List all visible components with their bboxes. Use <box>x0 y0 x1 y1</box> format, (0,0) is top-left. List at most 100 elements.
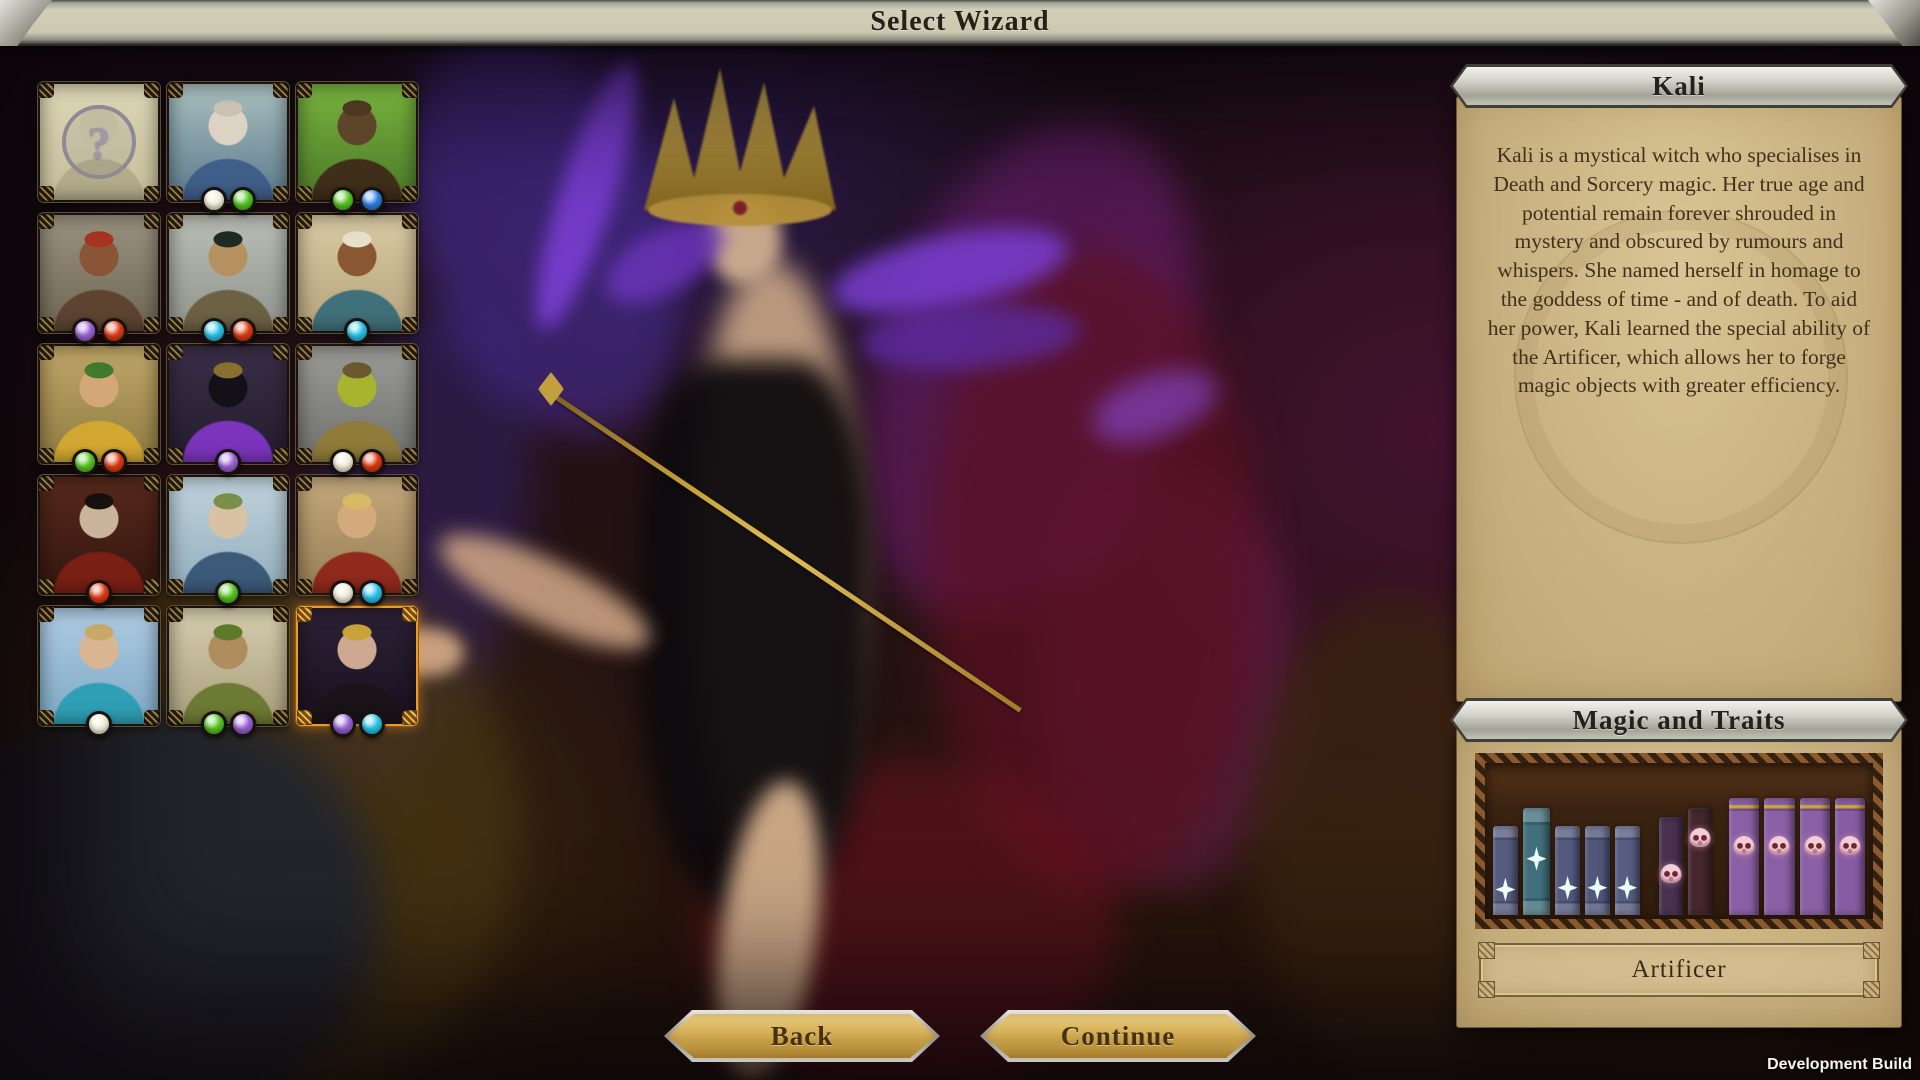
wizard-description-panel: Kali is a mystical witch who specialises… <box>1456 96 1902 702</box>
magic-realm-dots <box>298 187 416 213</box>
frame-knot-icon <box>273 83 288 98</box>
mana-dot-red <box>229 318 256 344</box>
magic-realm-dots <box>169 711 287 737</box>
portrait-slot-5[interactable] <box>167 213 289 344</box>
portrait-art <box>298 84 416 200</box>
art-shape <box>1040 470 1300 890</box>
spell-book-death <box>1729 798 1760 915</box>
mana-dot-red <box>100 318 127 344</box>
frame-knot-icon <box>297 83 312 98</box>
back-button[interactable]: Back <box>664 1010 940 1062</box>
page-title: Select Wizard <box>870 6 1050 37</box>
art-shape <box>706 192 782 284</box>
sparkle-icon <box>1526 846 1547 871</box>
art-shape <box>930 250 1260 890</box>
wizard-name: Kali <box>1652 70 1706 101</box>
skull-icon <box>1733 835 1755 855</box>
continue-button-label: Continue <box>1060 1020 1176 1051</box>
frame-knot-icon <box>144 83 159 98</box>
mana-dot-cyan <box>358 580 385 606</box>
spell-book-sorcery <box>1555 825 1580 915</box>
portrait-slot-13[interactable] <box>38 606 160 737</box>
frame-knot-icon <box>273 214 288 229</box>
mana-dot-blue <box>358 187 385 213</box>
frame-knot-icon <box>297 214 312 229</box>
spell-book-death <box>1688 808 1713 915</box>
frame-knot-icon <box>144 214 159 229</box>
frame-knot-icon <box>273 607 288 622</box>
knot-ornament-icon <box>1863 981 1880 998</box>
mana-dot-green <box>71 449 98 475</box>
frame-knot-icon <box>39 186 54 201</box>
knot-ornament-icon <box>1478 942 1495 959</box>
frame-knot-icon <box>39 83 54 98</box>
spell-book-death <box>1658 817 1684 915</box>
portrait-art <box>40 346 158 462</box>
knot-ornament-icon <box>1478 981 1495 998</box>
skull-icon <box>1660 864 1682 884</box>
magic-traits-banner: Magic and Traits <box>1450 698 1908 742</box>
portrait-slot-12[interactable] <box>296 475 418 606</box>
crown-art <box>644 68 836 226</box>
portrait-slot-11[interactable] <box>167 475 289 606</box>
spellbook-row <box>1493 771 1866 915</box>
magic-realm-dots <box>169 318 287 344</box>
art-shape <box>427 514 663 670</box>
mana-dot-green <box>329 187 356 213</box>
sparkle-icon <box>1617 875 1638 900</box>
select-wizard-screen: Select Wizard ? Kali is a mystical witch… <box>0 0 1920 1080</box>
frame-knot-icon <box>273 476 288 491</box>
portrait-slot-3[interactable] <box>296 82 418 213</box>
art-shape <box>640 360 870 920</box>
mana-dot-red <box>100 449 127 475</box>
frame-knot-icon <box>402 83 417 98</box>
spell-book-death <box>1799 798 1830 915</box>
mana-dot-purple <box>329 711 356 737</box>
mana-dot-green <box>229 187 256 213</box>
back-button-label: Back <box>770 1020 834 1051</box>
portrait-slot-1[interactable]: ? <box>38 82 160 202</box>
frame-knot-icon <box>297 476 312 491</box>
frame-knot-icon <box>144 476 159 491</box>
mana-dot-purple <box>229 711 256 737</box>
magic-traits-title: Magic and Traits <box>1572 704 1786 735</box>
continue-button[interactable]: Continue <box>980 1010 1256 1062</box>
mana-dot-purple <box>71 318 98 344</box>
portrait-slot-14[interactable] <box>167 606 289 737</box>
portrait-slot-15[interactable] <box>296 606 418 737</box>
question-mark-glyph: ? <box>62 105 136 179</box>
mana-dot-cyan <box>344 318 370 344</box>
sparkle-icon <box>1557 875 1578 900</box>
portrait-slot-10[interactable] <box>38 475 160 606</box>
portrait-slot-2[interactable] <box>167 82 289 213</box>
mana-dot-cyan <box>358 711 385 737</box>
spell-book-death <box>1834 798 1866 915</box>
frame-knot-icon <box>39 607 54 622</box>
skull-icon <box>1839 835 1861 855</box>
mana-dot-cyan <box>200 318 227 344</box>
portrait-art <box>298 477 416 593</box>
spell-book-death <box>1764 798 1795 915</box>
magic-realm-dots <box>169 449 287 475</box>
frame-knot-icon <box>297 607 312 622</box>
spell-book-sorcery <box>1493 825 1518 915</box>
magic-realm-dots <box>40 580 158 606</box>
magic-realm-dots <box>298 711 416 737</box>
portrait-art <box>298 215 416 331</box>
mana-dot-white <box>200 187 227 213</box>
art-shape <box>800 74 1260 666</box>
skull-icon <box>1768 835 1790 855</box>
portrait-slot-4[interactable] <box>38 213 160 344</box>
frame-knot-icon <box>402 476 417 491</box>
portrait-slot-6[interactable] <box>296 213 418 344</box>
portrait-slot-9[interactable] <box>296 344 418 475</box>
frame-knot-icon <box>168 345 183 360</box>
frame-knot-icon <box>168 83 183 98</box>
portrait-art <box>169 346 287 462</box>
title-bar: Select Wizard <box>0 0 1920 46</box>
staff-tip-art <box>538 372 564 406</box>
art-shape <box>690 260 860 880</box>
portrait-slot-7[interactable] <box>38 344 160 475</box>
portrait-slot-8[interactable] <box>167 344 289 475</box>
mana-dot-green <box>215 580 241 606</box>
